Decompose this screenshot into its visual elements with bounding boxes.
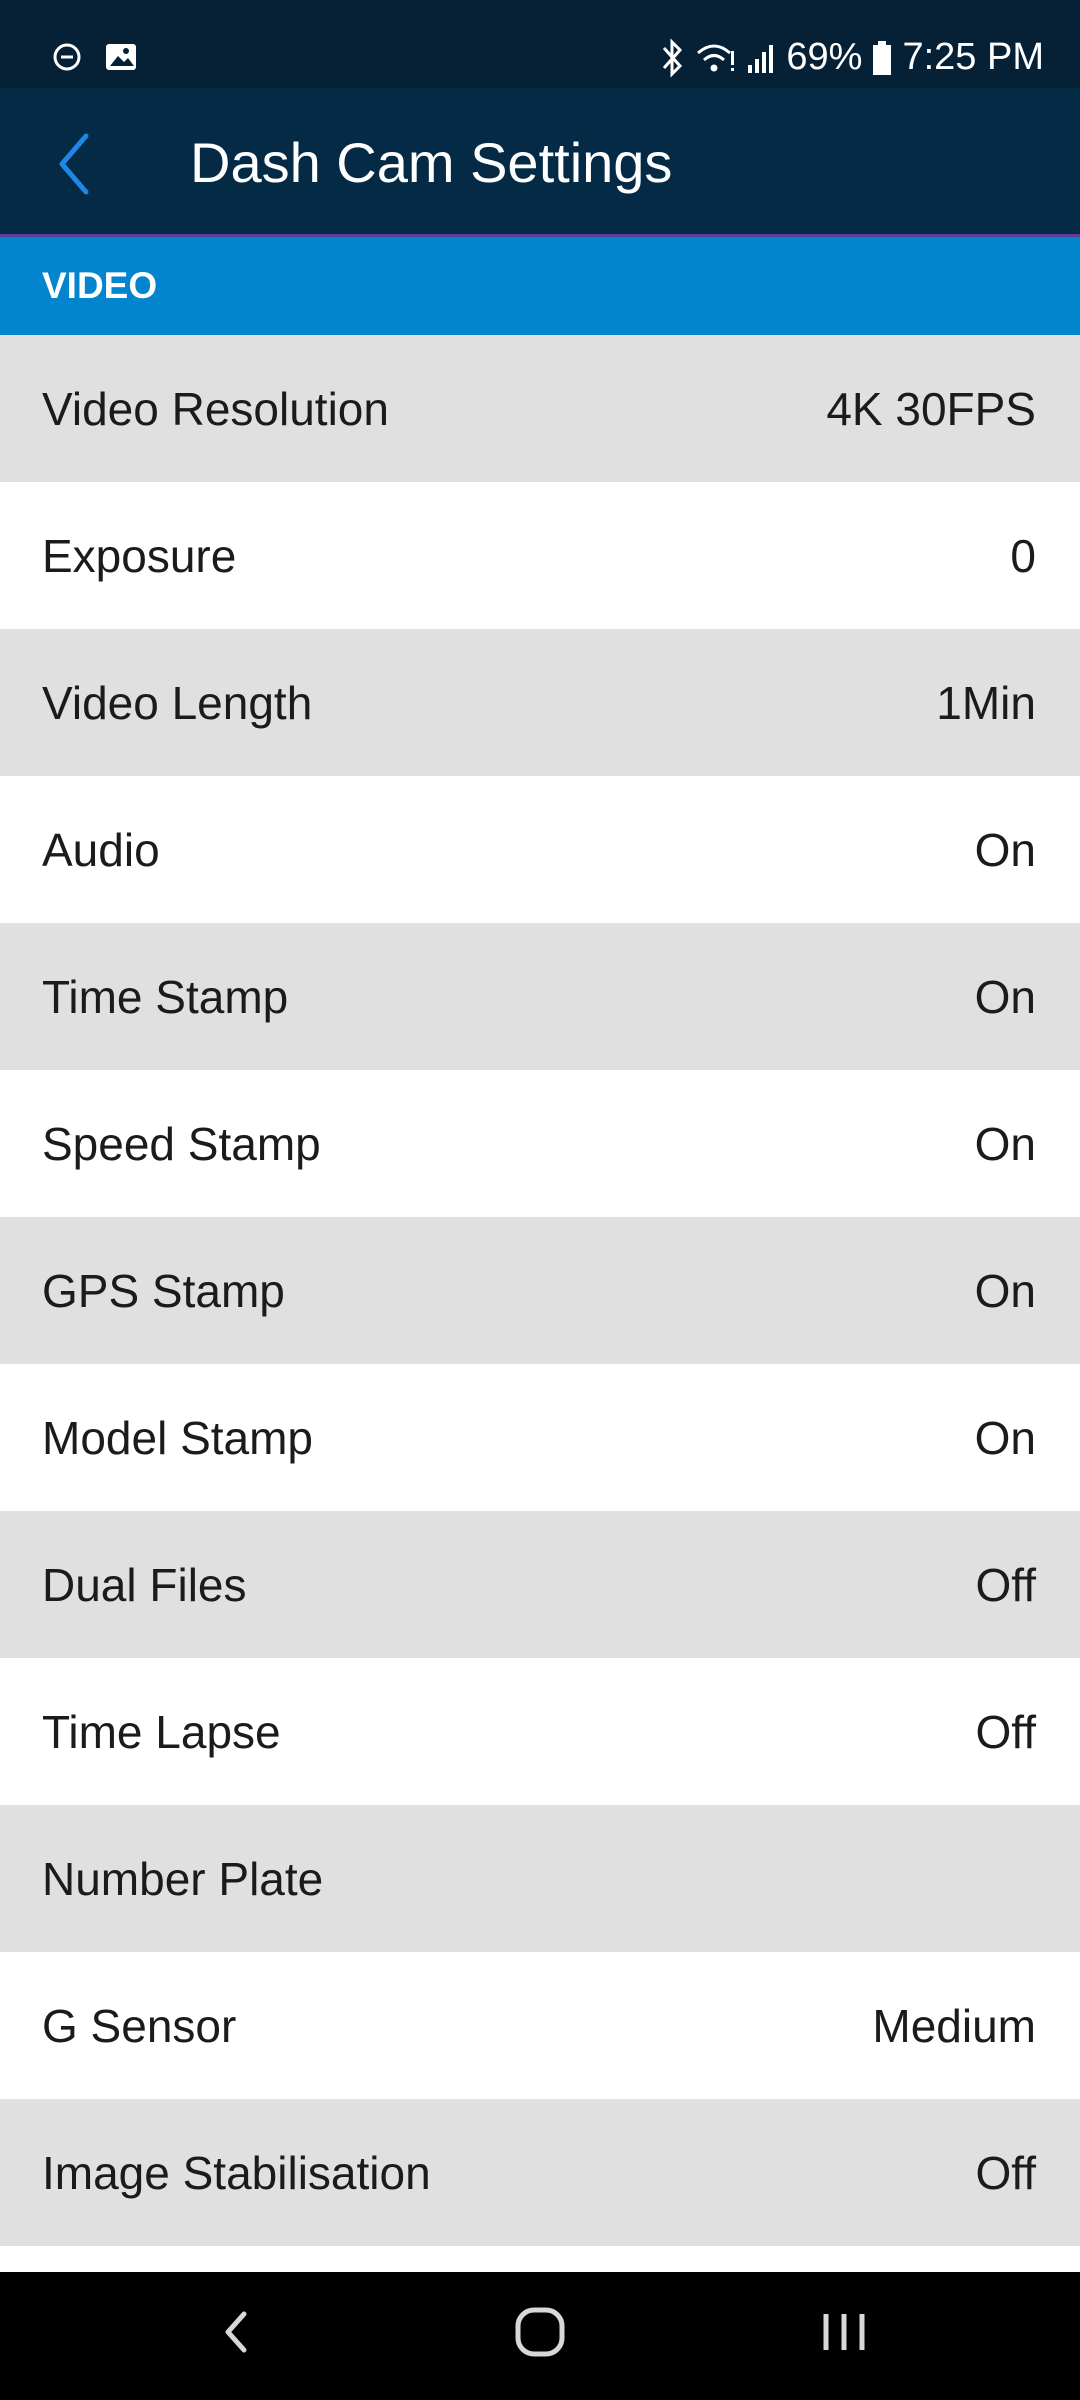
setting-row-gps-stamp[interactable]: GPS Stamp On	[0, 1217, 1080, 1364]
setting-label: Model Stamp	[42, 1411, 314, 1464]
setting-row-number-plate[interactable]: Number Plate	[0, 1805, 1080, 1952]
setting-label: Time Stamp	[42, 970, 289, 1023]
status-right: 69% 7:25 PM	[658, 36, 1044, 79]
setting-label: Speed Stamp	[42, 1117, 321, 1170]
battery-icon	[872, 40, 892, 76]
chevron-left-icon[interactable]	[50, 133, 100, 204]
setting-row-time-lapse[interactable]: Time Lapse Off	[0, 1658, 1080, 1805]
setting-value: 1Min	[936, 676, 1036, 729]
setting-value: 4K 30FPS	[826, 382, 1036, 435]
do-not-disturb-icon	[52, 42, 82, 72]
setting-label: Number Plate	[42, 1852, 324, 1905]
setting-label: Exposure	[42, 529, 237, 582]
setting-row-video-resolution[interactable]: Video Resolution 4K 30FPS	[0, 335, 1080, 482]
setting-value: On	[974, 1117, 1036, 1170]
setting-value: On	[974, 1411, 1036, 1464]
home-nav-icon[interactable]	[512, 2302, 568, 2367]
setting-row-model-stamp[interactable]: Model Stamp On	[0, 1364, 1080, 1511]
back-button[interactable]	[50, 128, 100, 200]
page-title: Dash Cam Settings	[190, 131, 673, 194]
setting-value: Medium	[872, 1999, 1036, 2052]
setting-row-exposure[interactable]: Exposure 0	[0, 482, 1080, 629]
setting-row-speed-stamp[interactable]: Speed Stamp On	[0, 1070, 1080, 1217]
back-nav-icon[interactable]	[216, 2302, 256, 2367]
setting-label: Audio	[42, 823, 160, 876]
setting-row-time-stamp[interactable]: Time Stamp On	[0, 923, 1080, 1070]
setting-value: On	[974, 823, 1036, 876]
recents-nav-icon[interactable]	[816, 2302, 872, 2367]
image-icon	[104, 42, 138, 72]
section-title: VIDEO	[42, 265, 158, 306]
app-bar: Dash Cam Settings	[0, 88, 1080, 237]
setting-row-video-length[interactable]: Video Length 1Min	[0, 629, 1080, 776]
setting-label: Time Lapse	[42, 1705, 281, 1758]
system-nav-bar	[0, 2272, 1080, 2400]
setting-label: G Sensor	[42, 1999, 237, 2052]
setting-row-audio[interactable]: Audio On	[0, 776, 1080, 923]
settings-list: Video Resolution 4K 30FPS Exposure 0 Vid…	[0, 335, 1080, 2393]
setting-value: On	[974, 970, 1036, 1023]
setting-value: 0	[1010, 529, 1036, 582]
status-bar: 69% 7:25 PM	[0, 0, 1080, 88]
bluetooth-icon	[658, 37, 686, 78]
setting-row-image-stabilisation[interactable]: Image Stabilisation Off	[0, 2099, 1080, 2246]
setting-label: Dual Files	[42, 1558, 247, 1611]
setting-label: GPS Stamp	[42, 1264, 285, 1317]
status-time: 7:25 PM	[902, 36, 1044, 78]
signal-icon	[746, 41, 776, 75]
battery-percent: 69%	[786, 36, 863, 78]
setting-label: Video Resolution	[42, 382, 389, 435]
setting-row-g-sensor[interactable]: G Sensor Medium	[0, 1952, 1080, 2099]
setting-label: Video Length	[42, 676, 313, 729]
setting-value: Off	[975, 1705, 1036, 1758]
setting-value: Off	[975, 2146, 1036, 2199]
setting-value: On	[974, 1264, 1036, 1317]
setting-label: Image Stabilisation	[42, 2146, 431, 2199]
status-left-icons	[52, 42, 138, 72]
wifi-icon	[696, 41, 736, 75]
section-header-video: VIDEO	[0, 237, 1080, 335]
setting-value: Off	[975, 1558, 1036, 1611]
setting-row-dual-files[interactable]: Dual Files Off	[0, 1511, 1080, 1658]
